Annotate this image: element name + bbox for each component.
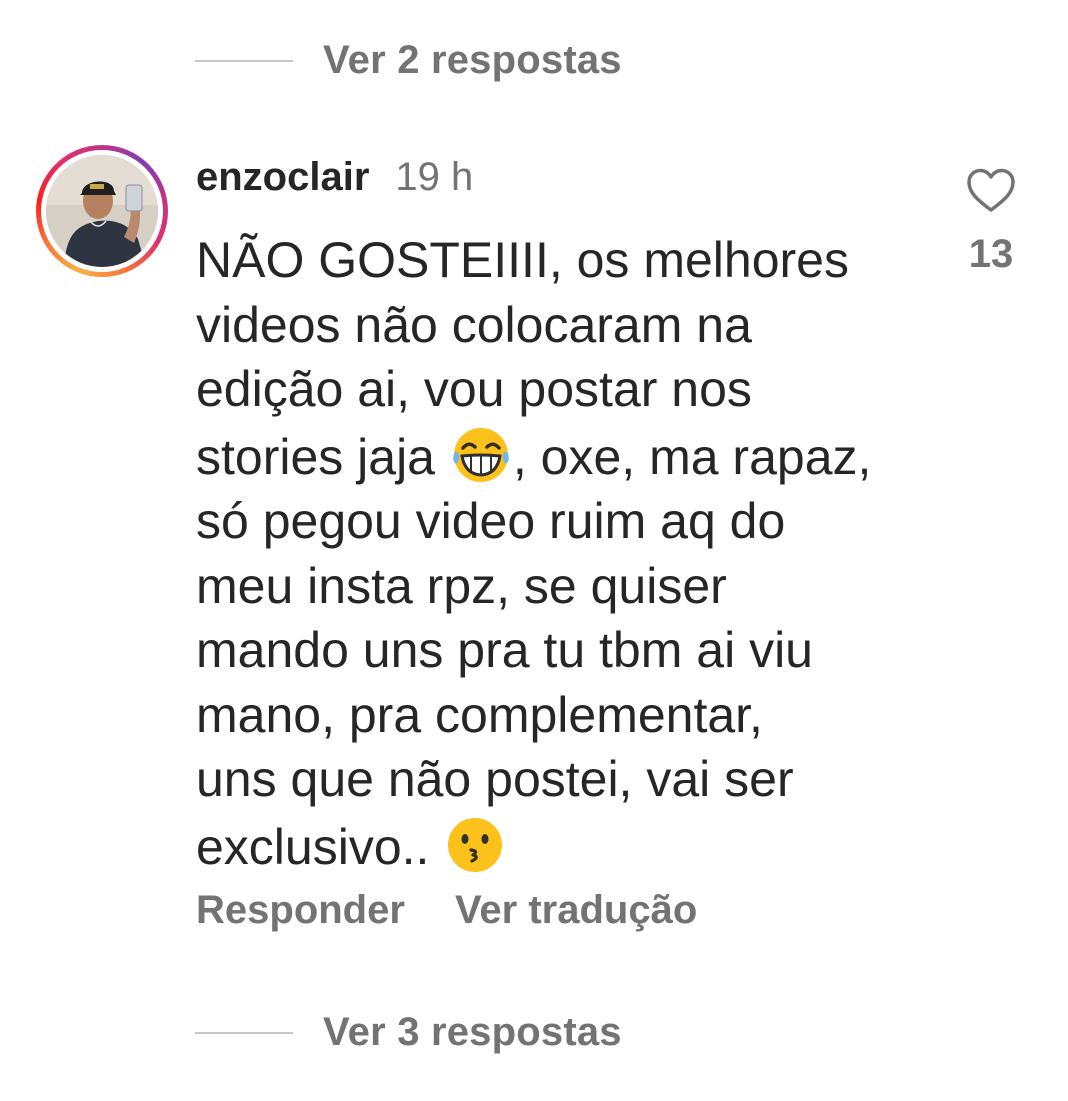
- comment-line: NÃO GOSTEIIII, os melhores: [196, 232, 849, 288]
- view-replies-label[interactable]: Ver 3 respostas: [323, 1010, 622, 1055]
- like-column: 13: [960, 168, 1022, 277]
- heart-icon[interactable]: [966, 168, 1016, 214]
- view-replies-bottom[interactable]: Ver 3 respostas: [195, 1010, 622, 1055]
- comment-body: NÃO GOSTEIIII, os melhores videos não co…: [196, 228, 936, 879]
- comment-text-segment: , oxe, ma rapaz,: [512, 428, 872, 485]
- comment-line: mano, pra complementar,: [196, 686, 763, 743]
- replies-divider-line: [195, 59, 293, 62]
- comment-line: meu insta rpz, se quiser: [196, 557, 727, 614]
- comment-line: uns que não postei, vai ser: [196, 751, 794, 807]
- comment-line: edição ai, vou postar nos: [196, 361, 752, 417]
- profile-photo: [46, 155, 158, 267]
- avatar-story-ring[interactable]: [36, 145, 168, 277]
- comment-timestamp: 19 h: [395, 155, 474, 199]
- view-replies-top[interactable]: Ver 2 respostas: [195, 38, 622, 83]
- kissing-face-icon: [448, 817, 503, 872]
- comment-line: videos não colocaram na: [196, 296, 752, 353]
- replies-divider-line: [195, 1031, 293, 1034]
- comment-username[interactable]: enzoclair: [196, 155, 369, 200]
- view-replies-label[interactable]: Ver 2 respostas: [323, 38, 622, 83]
- comment-text-segment: stories jaja: [196, 428, 449, 485]
- reply-button[interactable]: Responder: [196, 888, 405, 933]
- comment-line-with-emoji: exclusivo..: [196, 812, 936, 880]
- comment-text-segment: exclusivo..: [196, 818, 444, 875]
- comment-line: só pegou video ruim aq do: [196, 493, 786, 549]
- comment-header: enzoclair 19 h: [196, 155, 473, 200]
- comment-line-with-emoji: stories jaja , oxe, ma rapaz,: [196, 422, 936, 490]
- see-translation-button[interactable]: Ver tradução: [455, 888, 697, 933]
- grinning-squinting-face-with-tears-icon: [453, 427, 509, 482]
- avatar[interactable]: [46, 155, 158, 267]
- like-count[interactable]: 13: [969, 232, 1014, 277]
- comment-actions: Responder Ver tradução: [196, 888, 697, 933]
- comment-line: mando uns pra tu tbm ai viu: [196, 622, 813, 678]
